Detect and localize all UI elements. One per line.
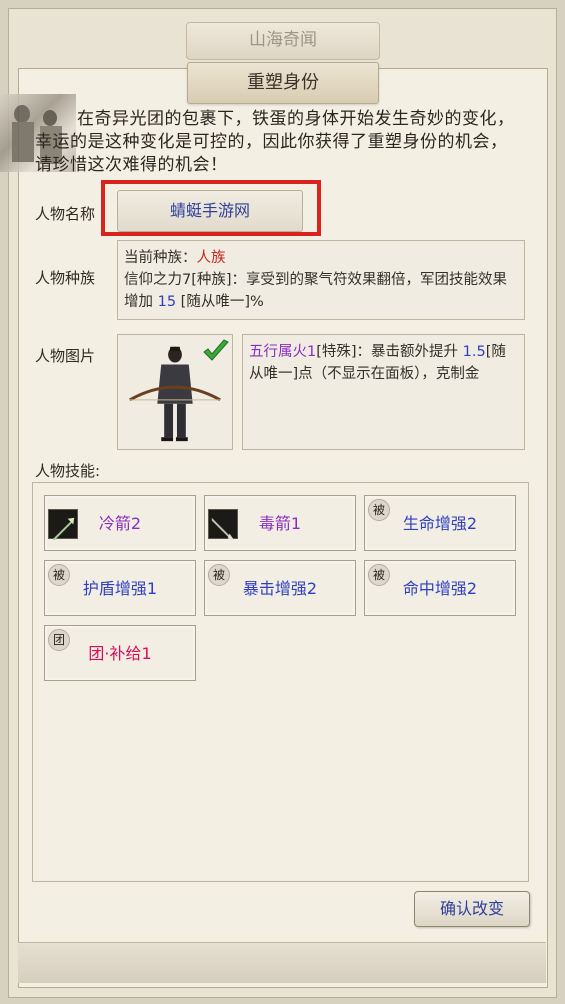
bottom-bar — [18, 942, 546, 983]
portrait-attribute-box: 五行属火1[特殊]：暴击额外提升 1.5[随从唯一]点（不显示在面板），克制金 — [242, 334, 525, 450]
skill-hp-boost[interactable]: 被 生命增强2 — [364, 495, 516, 551]
race-label: 人物种族 — [35, 269, 96, 287]
skill-label: 团·补给1 — [88, 644, 152, 663]
skill-hit-boost[interactable]: 被 命中增强2 — [364, 560, 516, 616]
attr-name: 五行属火1 — [249, 344, 317, 360]
race-desc-number: 15 — [157, 294, 177, 310]
highlight-box — [101, 180, 321, 236]
selected-check-icon — [203, 339, 229, 361]
attr-number: 1.5 — [462, 344, 486, 360]
race-selector[interactable]: 当前种族：人族 信仰之力7[种族]：享受到的聚气符效果翻倍，军团技能效果增加 1… — [117, 240, 525, 320]
panel-title: 重塑身份 — [187, 62, 379, 104]
skill-label: 护盾增强1 — [82, 579, 158, 598]
skill-team-supply[interactable]: 团 团·补给1 — [44, 625, 196, 681]
name-label: 人物名称 — [35, 205, 96, 223]
skill-label: 冷箭2 — [98, 514, 142, 533]
race-desc-part2: [随从唯一]% — [176, 294, 264, 310]
skill-poison-arrow[interactable]: 毒箭1 — [204, 495, 356, 551]
intro-text: 在奇异光团的包裹下，铁蛋的身体开始发生奇妙的变化，幸运的是这种变化是可控的，因此… — [35, 109, 515, 175]
skill-label: 毒箭1 — [258, 514, 302, 533]
window-title: 山海奇闻 — [186, 22, 380, 60]
skill-label: 命中增强2 — [402, 579, 478, 598]
race-current-value: 人族 — [196, 250, 226, 266]
skill-label: 暴击增强2 — [242, 579, 318, 598]
race-current-prefix: 当前种族： — [124, 250, 197, 266]
skills-label: 人物技能: — [35, 462, 101, 480]
skill-crit-boost[interactable]: 被 暴击增强2 — [204, 560, 356, 616]
confirm-change-button[interactable]: 确认改变 — [414, 891, 530, 927]
skill-cold-arrow[interactable]: 冷箭2 — [44, 495, 196, 551]
attr-part1: [特殊]：暴击额外提升 — [316, 344, 463, 360]
portrait-label: 人物图片 — [35, 347, 96, 365]
skill-shield-boost[interactable]: 被 护盾增强1 — [44, 560, 196, 616]
skill-label: 生命增强2 — [402, 514, 478, 533]
